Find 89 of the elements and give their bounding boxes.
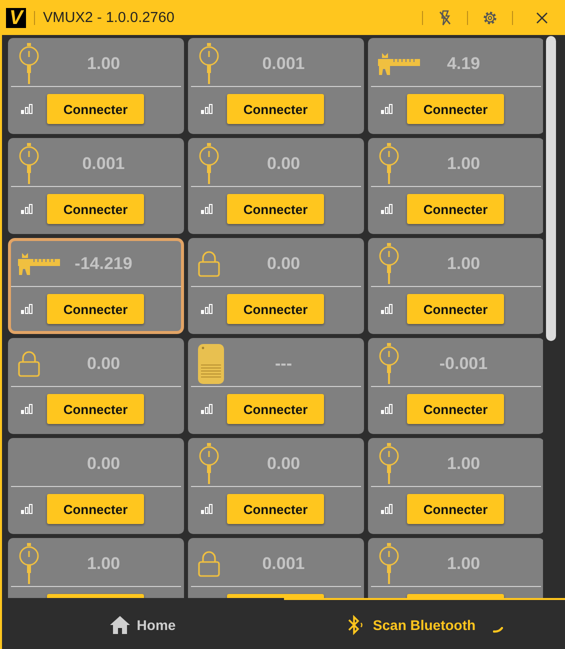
connect-button[interactable]: Connecter	[407, 94, 504, 124]
measurement-value: 1.00	[86, 554, 122, 574]
connect-button[interactable]: Connecter	[227, 494, 324, 524]
device-card[interactable]: 1.00 Connecter	[368, 438, 543, 534]
dial-gauge-icon	[18, 542, 40, 584]
connect-button[interactable]: Connecter	[227, 294, 324, 324]
measurement-value: 1.00	[446, 254, 482, 274]
measurement-value: 1.00	[446, 454, 482, 474]
dial-gauge-icon	[198, 42, 220, 84]
connect-button[interactable]: Connecter	[407, 294, 504, 324]
signal-icon	[381, 104, 393, 114]
caliper-icon	[378, 52, 420, 74]
nav-tab[interactable]: Scan Bluetooth	[284, 598, 565, 649]
dial-gauge-icon	[378, 442, 400, 484]
signal-icon	[21, 104, 33, 114]
scrollbar-thumb[interactable]	[546, 36, 556, 341]
device-card[interactable]: 0.00 Connecter	[188, 238, 364, 334]
dial-gauge-icon	[198, 442, 220, 484]
signal-icon	[21, 304, 33, 314]
flash-off-icon	[437, 10, 453, 26]
window-title: VMUX2 - 1.0.0.2760	[43, 10, 174, 26]
measurement-value: 0.001	[261, 54, 306, 74]
device-card[interactable]: 0.001 Connecter	[8, 138, 184, 234]
signal-icon	[381, 404, 393, 414]
close-icon	[535, 10, 549, 24]
measurement-value: 1.00	[446, 154, 482, 174]
device-card[interactable]: 1.00 Connecter	[8, 38, 184, 134]
lock-icon	[18, 350, 40, 376]
signal-icon	[201, 404, 213, 414]
dial-gauge-icon	[378, 342, 400, 384]
measurement-value: 1.00	[86, 54, 122, 74]
measurement-value: 0.00	[266, 154, 302, 174]
connect-button[interactable]: Connecter	[407, 194, 504, 224]
dial-gauge-icon	[18, 142, 40, 184]
measurement-value: ---	[274, 354, 293, 374]
dial-gauge-icon	[378, 542, 400, 584]
measurement-value: 0.00	[86, 454, 122, 474]
signal-icon	[201, 504, 213, 514]
signal-icon	[21, 504, 33, 514]
device-card[interactable]: 0.00 Connecter	[188, 138, 364, 234]
measurement-value: 4.19	[446, 54, 482, 74]
dial-gauge-icon	[378, 242, 400, 284]
signal-icon	[201, 204, 213, 214]
connect-button[interactable]: Connecter	[227, 194, 324, 224]
lock-icon	[198, 250, 220, 276]
connect-button[interactable]: Connecter	[407, 494, 504, 524]
dial-gauge-icon	[18, 42, 40, 84]
signal-icon	[21, 404, 33, 414]
signal-icon	[381, 504, 393, 514]
device-card[interactable]: 0.00 Connecter	[8, 438, 184, 534]
connect-button[interactable]: Connecter	[47, 194, 144, 224]
connect-button[interactable]: Connecter	[47, 394, 144, 424]
measurement-value: 0.001	[81, 154, 126, 174]
signal-icon	[381, 304, 393, 314]
device-card[interactable]: 0.001 Connecter	[188, 38, 364, 134]
measurement-value: 0.00	[86, 354, 122, 374]
measurement-value: -0.001	[438, 354, 489, 374]
device-card[interactable]: 0.00 Connecter	[8, 338, 184, 434]
connect-button[interactable]: Connecter	[227, 94, 324, 124]
device-card[interactable]: 1.00 Connecter	[368, 238, 543, 334]
measurement-value: 0.001	[261, 554, 306, 574]
settings-icon	[482, 10, 498, 26]
measurement-value: 1.00	[446, 554, 482, 574]
dial-gauge-icon	[378, 142, 400, 184]
home-icon	[110, 616, 130, 634]
device-card[interactable]: -14.219 Connecter	[8, 238, 184, 334]
device-card[interactable]: --- Connecter	[188, 338, 364, 434]
measurement-value: 0.00	[266, 454, 302, 474]
device-card[interactable]: 4.19 Connecter	[368, 38, 543, 134]
measurement-value: 0.00	[266, 254, 302, 274]
signal-icon	[201, 304, 213, 314]
connect-button[interactable]: Connecter	[47, 494, 144, 524]
app-logo: V	[6, 8, 26, 28]
device-pad-icon	[198, 344, 224, 384]
caliper-icon	[18, 252, 60, 274]
lock-icon	[198, 550, 220, 576]
measurement-value: -14.219	[74, 254, 134, 274]
connect-button[interactable]: Connecter	[407, 394, 504, 424]
nav-tab[interactable]: Home	[2, 598, 284, 649]
device-card[interactable]: 0.00 Connecter	[188, 438, 364, 534]
connect-button[interactable]: Connecter	[227, 394, 324, 424]
connect-button[interactable]: Connecter	[47, 294, 144, 324]
signal-icon	[21, 204, 33, 214]
signal-icon	[381, 204, 393, 214]
connect-button[interactable]: Connecter	[47, 94, 144, 124]
dial-gauge-icon	[198, 142, 220, 184]
signal-icon	[201, 104, 213, 114]
device-card[interactable]: 1.00 Connecter	[368, 138, 543, 234]
device-card[interactable]: -0.001 Connecter	[368, 338, 543, 434]
